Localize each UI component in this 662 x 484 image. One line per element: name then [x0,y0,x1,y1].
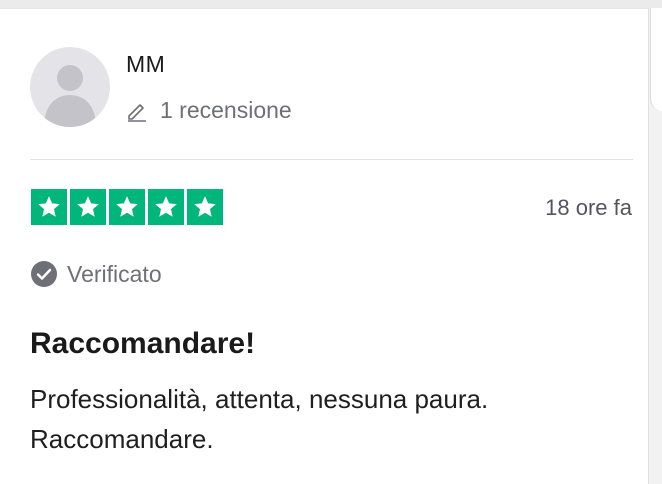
top-strip [0,0,662,8]
star-rating [31,189,223,225]
check-circle-icon [31,261,57,287]
review-title: Raccomandare! [30,327,256,360]
divider [30,159,633,160]
avatar [30,47,110,127]
verified-badge[interactable]: Verificato [30,260,162,288]
star-icon [187,189,223,225]
star-icon [70,189,106,225]
review-card: MM 1 recensione 18 ore fa Verificato Rac… [0,8,649,484]
verified-label: Verificato [67,260,162,287]
user-silhouette-icon [44,65,96,127]
star-icon [109,189,145,225]
star-icon [31,189,67,225]
review-date: 18 ore fa [545,195,632,220]
review-count-label: 1 recensione [160,97,292,123]
review-body: Professionalità, attenta, nessuna paura.… [30,384,489,454]
reviewer-name[interactable]: MM [126,51,165,78]
pencil-icon [128,103,146,122]
adjacent-card-edge [650,8,662,112]
review-count: 1 recensione [126,97,292,124]
star-icon [148,189,184,225]
